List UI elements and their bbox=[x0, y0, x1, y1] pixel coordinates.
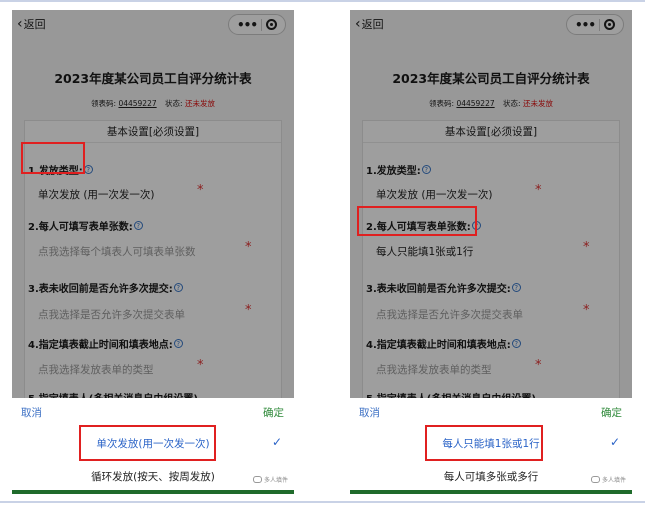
form-screen: ‹ 返回 ••• 2023年度某公司员工自评分统计表 领表码: 04459227… bbox=[350, 10, 632, 398]
cancel-button[interactable]: 取消 bbox=[21, 405, 42, 420]
top-divider bbox=[0, 0, 645, 2]
wechat-icon bbox=[590, 476, 600, 483]
highlight-box-question bbox=[21, 142, 85, 174]
highlight-box-option bbox=[79, 425, 216, 461]
modal-overlay[interactable] bbox=[350, 10, 632, 398]
wechat-icon bbox=[252, 476, 262, 483]
confirm-button[interactable]: 确定 bbox=[263, 405, 284, 420]
bottom-divider bbox=[0, 501, 645, 503]
comparison-page: ‹ 返回 ••• 2023年度某公司员工自评分统计表 领表码: 04459227… bbox=[0, 0, 645, 505]
bottom-accent-bar bbox=[350, 490, 632, 494]
form-screen: ‹ 返回 ••• 2023年度某公司员工自评分统计表 领表码: 04459227… bbox=[12, 10, 294, 398]
modal-overlay[interactable] bbox=[12, 10, 294, 398]
highlight-box-question bbox=[357, 206, 477, 236]
confirm-button[interactable]: 确定 bbox=[601, 405, 622, 420]
watermark: 多人填件 bbox=[252, 475, 288, 484]
cancel-button[interactable]: 取消 bbox=[359, 405, 380, 420]
picker-option[interactable]: 循环发放(按天、按周发放) 多人填件 bbox=[12, 460, 294, 490]
watermark: 多人填件 bbox=[590, 475, 626, 484]
picker-option[interactable]: 每人可填多张或多行 多人填件 bbox=[350, 460, 632, 490]
checkmark-icon: ✓ bbox=[271, 435, 282, 449]
option-label: 每人可填多张或多行 bbox=[443, 471, 539, 483]
highlight-box-option bbox=[425, 425, 543, 461]
phone-screen-right: ‹ 返回 ••• 2023年度某公司员工自评分统计表 领表码: 04459227… bbox=[350, 10, 632, 496]
watermark-text: 多人填件 bbox=[601, 477, 626, 484]
option-label: 循环发放(按天、按周发放) bbox=[91, 471, 215, 483]
picker-toolbar: 取消 确定 bbox=[12, 398, 294, 424]
phone-screen-left: ‹ 返回 ••• 2023年度某公司员工自评分统计表 领表码: 04459227… bbox=[12, 10, 294, 496]
picker-toolbar: 取消 确定 bbox=[350, 398, 632, 424]
checkmark-icon: ✓ bbox=[609, 435, 620, 449]
bottom-accent-bar bbox=[12, 490, 294, 494]
watermark-text: 多人填件 bbox=[263, 477, 288, 484]
